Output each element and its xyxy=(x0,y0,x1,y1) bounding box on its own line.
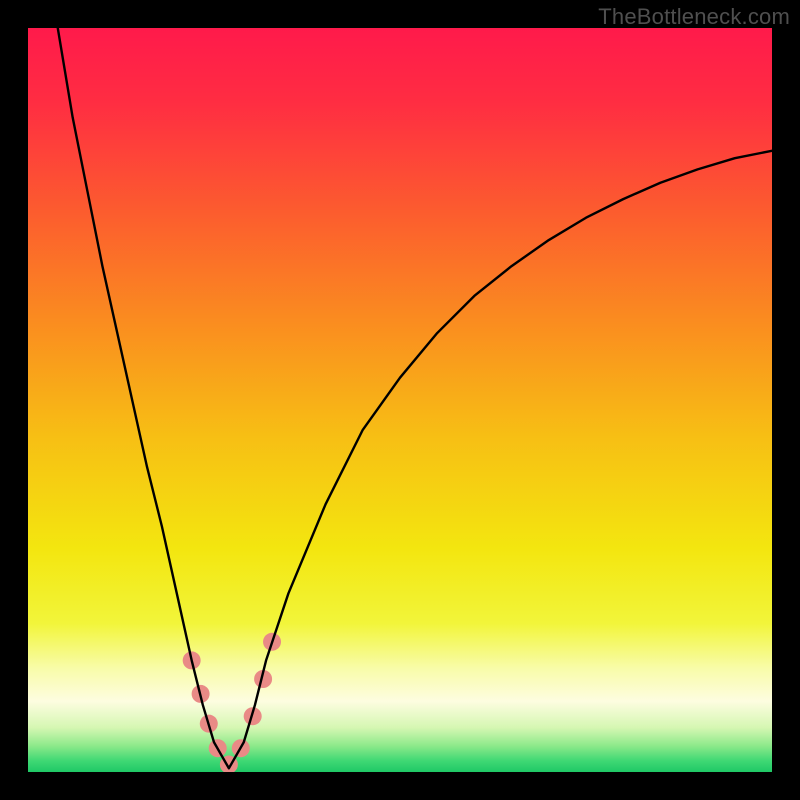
watermark-text: TheBottleneck.com xyxy=(598,4,790,30)
gradient-background xyxy=(28,28,772,772)
chart-svg xyxy=(28,28,772,772)
chart-frame: TheBottleneck.com xyxy=(0,0,800,800)
plot-area xyxy=(28,28,772,772)
